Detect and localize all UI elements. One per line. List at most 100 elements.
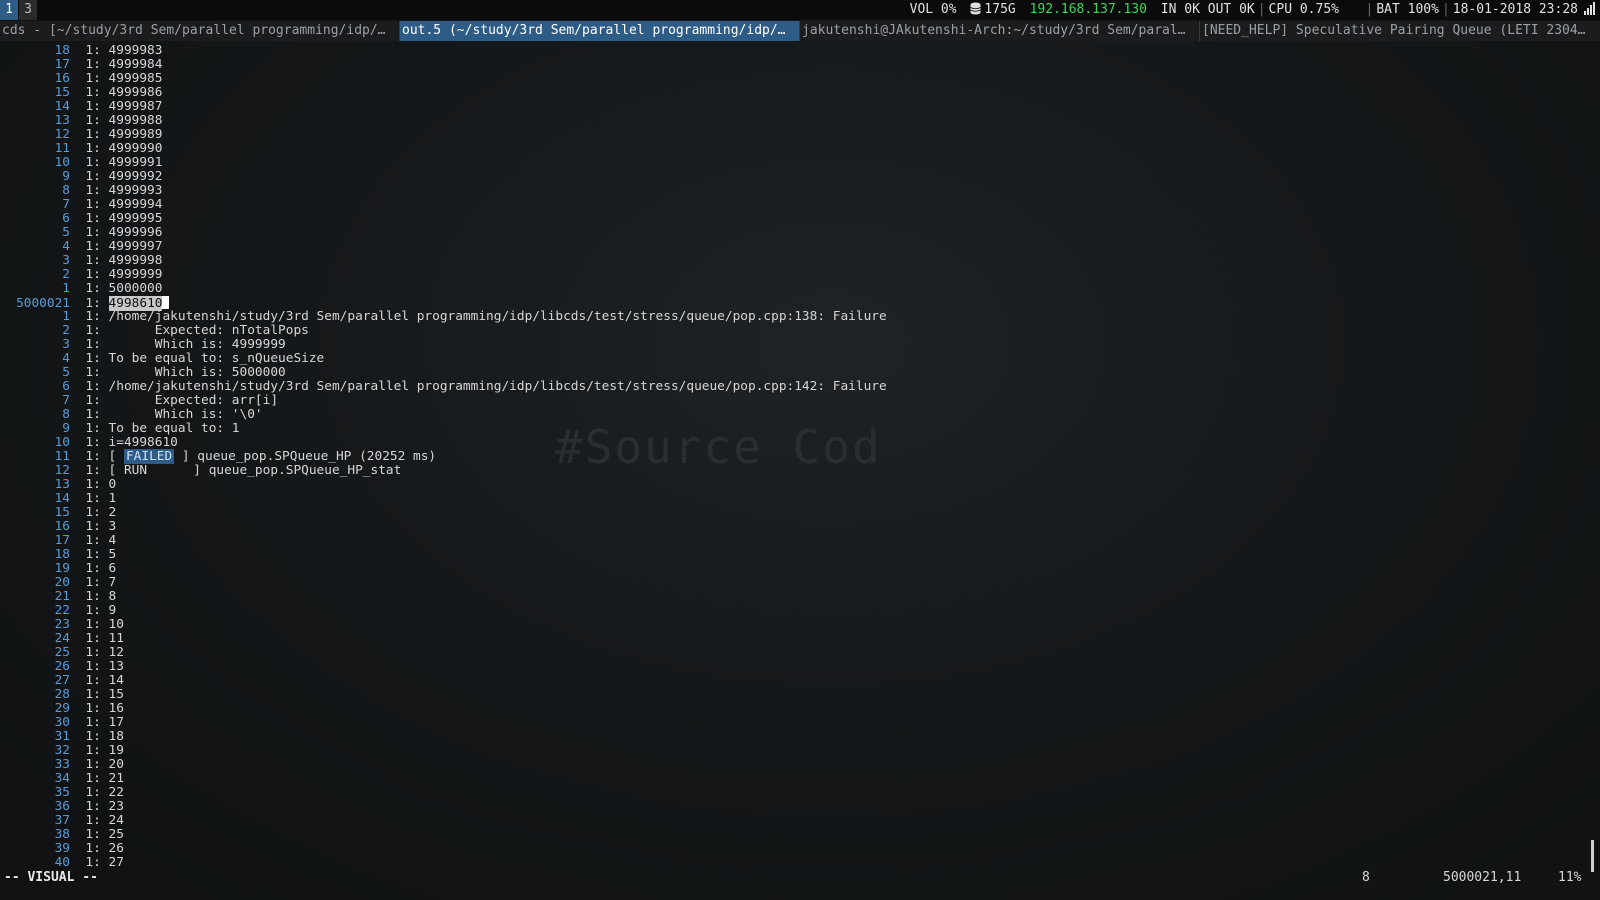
line-text: 1: 4: [85, 533, 117, 548]
buffer-line[interactable]: 15 1: 4999986: [0, 86, 163, 100]
line-text: 1: 22: [85, 785, 124, 800]
line-text: 1: 3: [85, 519, 117, 534]
buffer-line[interactable]: 4 1: 4999997: [0, 240, 162, 254]
buffer-line[interactable]: 32 1: 19: [0, 744, 124, 758]
buffer-line[interactable]: 28 1: 15: [0, 688, 124, 702]
buffer-line[interactable]: 21 1: 8: [0, 589, 117, 604]
buffer-line[interactable]: 35 1: 22: [0, 786, 124, 800]
buffer-line[interactable]: 10 1: i=4998610: [0, 436, 178, 450]
tab-browser[interactable]: [NEED_HELP] Speculative Pairing Queue (L…: [1200, 21, 1600, 41]
line-number: 7: [62, 197, 70, 212]
buffer-line[interactable]: 16 1: 4999985: [0, 71, 163, 86]
buffer-line[interactable]: 1 1: /home/jakutenshi/study/3rd Sem/para…: [0, 309, 887, 324]
line-number: 16: [54, 71, 70, 86]
buffer-line[interactable]: 11 1: 4999990: [0, 142, 163, 156]
buffer-line[interactable]: 12 1: 4999989: [0, 128, 163, 142]
network-traffic: IN 0K OUT 0K: [1160, 2, 1255, 17]
buffer-line[interactable]: 27 1: 14: [0, 674, 124, 688]
workspace-1-button[interactable]: 1: [0, 0, 18, 20]
buffer-line[interactable]: 14 1: 4999987: [0, 100, 163, 114]
buffer-line[interactable]: 17 1: 4: [0, 533, 117, 548]
buffer-line[interactable]: 7 1: Expected: arr[i]: [0, 394, 278, 408]
buffer-line[interactable]: 23 1: 10: [0, 618, 124, 632]
line-number: 24: [54, 631, 70, 646]
buffer-line[interactable]: 22 1: 9: [0, 604, 117, 618]
line-number: 14: [54, 491, 70, 506]
buffer-line[interactable]: 10 1: 4999991: [0, 156, 163, 170]
buffer-line[interactable]: 14 1: 1: [0, 491, 117, 506]
buffer-line[interactable]: 37 1: 24: [0, 814, 124, 828]
buffer-line[interactable]: 2 1: Expected: nTotalPops: [0, 324, 309, 338]
buffer-line[interactable]: 29 1: 16: [0, 702, 124, 716]
buffer-line[interactable]: 4 1: To be equal to: s_nQueueSize: [0, 352, 324, 366]
buffer-line[interactable]: 8 1: Which is: '\0': [0, 408, 262, 422]
line-text: 1: 14: [85, 673, 124, 688]
buffer-line[interactable]: 9 1: 4999992: [0, 170, 162, 184]
buffer-line[interactable]: 33 1: 20: [0, 758, 124, 772]
buffer-line[interactable]: 39 1: 26: [0, 842, 124, 856]
buffer-line[interactable]: 9 1: To be equal to: 1: [0, 422, 239, 436]
buffer-line[interactable]: 30 1: 17: [0, 716, 124, 730]
buffer-line[interactable]: 5000021 1: 4998610: [0, 296, 170, 311]
line-text: 1: 4999994: [85, 197, 163, 212]
line-number: 21: [54, 589, 70, 604]
buffer-line[interactable]: 12 1: [ RUN ] queue_pop.SPQueue_HP_stat: [0, 463, 402, 478]
line-text: 1: [ RUN ] queue_pop.SPQueue_HP_stat: [85, 463, 402, 478]
system-status: VOL 0% 175G 192.168.137.130 IN 0K OUT 0K…: [910, 0, 1596, 20]
buffer-line[interactable]: 13 1: 4999988: [0, 114, 163, 128]
buffer-line[interactable]: 15 1: 2: [0, 506, 117, 520]
scroll-percent: 11%: [1558, 870, 1582, 885]
workspace-3-button[interactable]: 3: [19, 0, 37, 20]
buffer-line[interactable]: 11 1: [ FAILED ] queue_pop.SPQueue_HP (2…: [0, 449, 436, 464]
buffer-line[interactable]: 6 1: /home/jakutenshi/study/3rd Sem/para…: [0, 379, 887, 394]
buffer-line[interactable]: 38 1: 25: [0, 828, 124, 842]
buffer-line[interactable]: 3 1: 4999998: [0, 254, 162, 268]
buffer-line[interactable]: 20 1: 7: [0, 576, 117, 590]
buffer-line[interactable]: 24 1: 11: [0, 632, 124, 646]
line-text: 1: i=4998610: [85, 435, 178, 450]
buffer-line[interactable]: 40 1: 27: [0, 856, 124, 870]
top-status-bar: 1 3 VOL 0% 175G 192.168.137.130 IN 0K OU…: [0, 0, 1600, 20]
cursor-position: 5000021,11: [1443, 870, 1522, 885]
line-number: 19: [54, 561, 70, 576]
line-number: 35: [54, 785, 70, 800]
buffer-line[interactable]: 18 1: 4999983: [0, 44, 163, 58]
line-text: 1: 4999999: [85, 267, 163, 282]
line-number: 13: [54, 477, 70, 492]
buffer-line[interactable]: 5 1: Which is: 5000000: [0, 366, 285, 380]
buffer-line[interactable]: 18 1: 5: [0, 548, 117, 562]
buffer-line[interactable]: 36 1: 23: [0, 800, 124, 814]
buffer-line[interactable]: 26 1: 13: [0, 660, 124, 674]
buffer-line[interactable]: 19 1: 6: [0, 561, 117, 576]
scrollbar[interactable]: [1591, 840, 1594, 872]
buffer-line[interactable]: 1 1: 5000000: [0, 282, 162, 296]
buffer-line[interactable]: 3 1: Which is: 4999999: [0, 337, 286, 352]
buffer-line[interactable]: 16 1: 3: [0, 519, 117, 534]
buffer-line[interactable]: 17 1: 4999984: [0, 58, 163, 72]
line-text: 1: Expected: nTotalPops: [85, 323, 309, 338]
line-text: 1: 21: [85, 771, 124, 786]
line-text: 1: 13: [85, 659, 124, 674]
line-text: 1: /home/jakutenshi/study/3rd Sem/parall…: [85, 379, 887, 394]
tab-cds[interactable]: cds - [~/study/3rd Sem/parallel programm…: [0, 21, 400, 41]
buffer-line[interactable]: 6 1: 4999995: [0, 212, 162, 226]
line-number: 4: [62, 239, 70, 254]
buffer-line[interactable]: 31 1: 18: [0, 730, 124, 744]
buffer-line[interactable]: 13 1: 0: [0, 477, 117, 492]
line-number: 1: [62, 309, 70, 324]
line-text: 1: Which is: 4999999: [85, 337, 286, 352]
line-number: 26: [54, 659, 70, 674]
line-text: 1: /home/jakutenshi/study/3rd Sem/parall…: [85, 309, 887, 324]
buffer-line[interactable]: 7 1: 4999994: [0, 198, 162, 212]
buffer-line[interactable]: 5 1: 4999996: [0, 226, 162, 240]
buffer-line[interactable]: 25 1: 12: [0, 646, 124, 660]
buffer-line[interactable]: 2 1: 4999999: [0, 268, 162, 282]
line-text: 1: 10: [85, 617, 124, 632]
tab-out5[interactable]: out.5 (~/study/3rd Sem/parallel programm…: [400, 21, 800, 41]
buffer-line[interactable]: 8 1: 4999993: [0, 184, 162, 198]
line-number: 3: [62, 253, 70, 268]
vim-buffer[interactable]: 18 1: 4999983 17 1: 4999984 16 1: 4999985 1…: [0, 44, 1600, 870]
buffer-line[interactable]: 34 1: 21: [0, 772, 124, 786]
disk-icon: [970, 2, 982, 15]
tab-terminal[interactable]: jakutenshi@JAkutenshi-Arch:~/study/3rd S…: [800, 21, 1200, 41]
